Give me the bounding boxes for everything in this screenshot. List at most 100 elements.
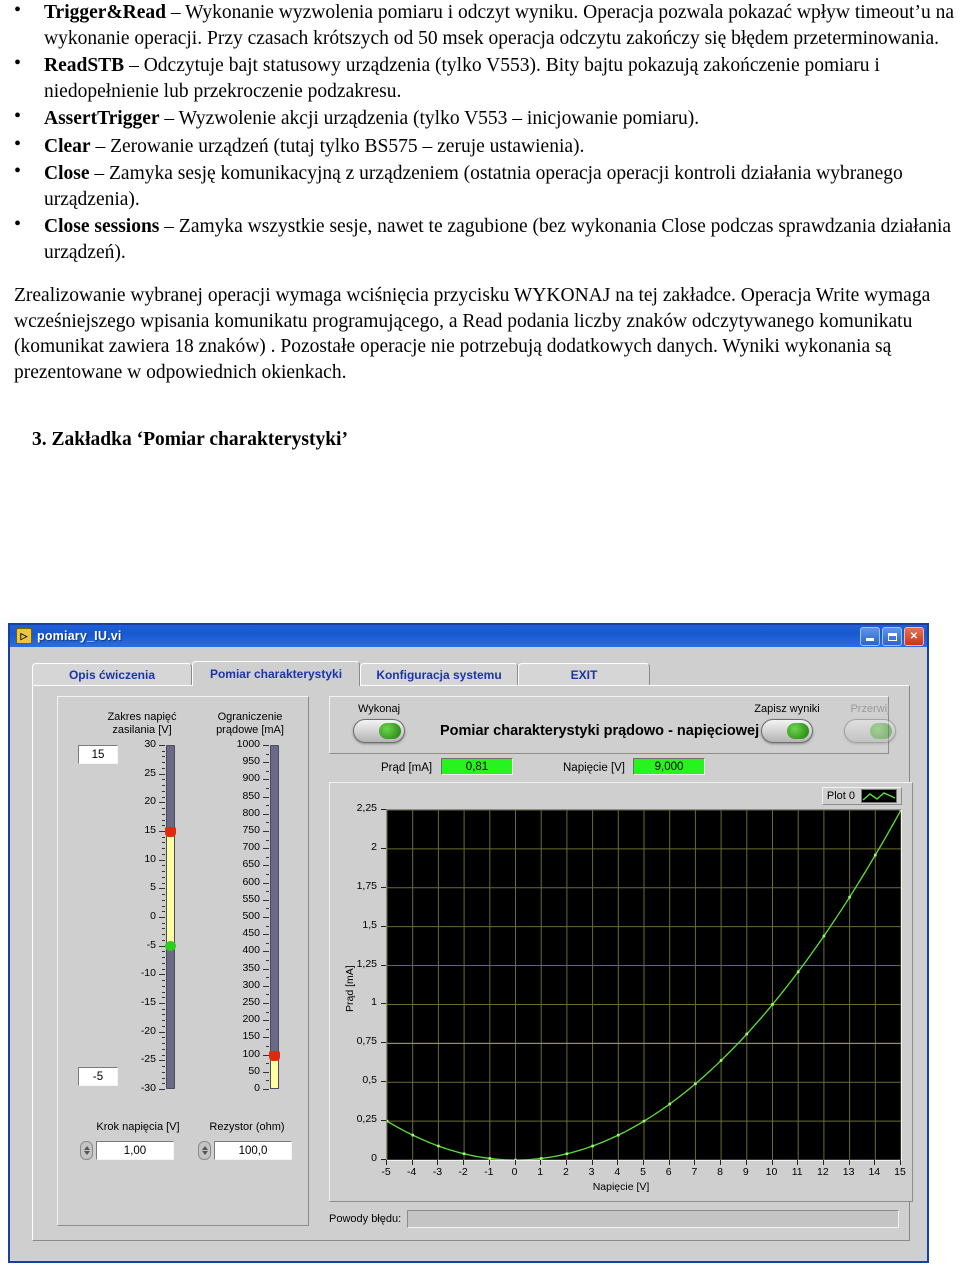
x-axis-tick — [437, 1160, 439, 1165]
voltage-range-lower-thumb[interactable] — [165, 940, 176, 951]
scale-label: 900 — [242, 772, 260, 785]
y-axis-tick-label: 0 — [371, 1152, 377, 1164]
y-axis-tick — [381, 1120, 386, 1122]
scale-label: 0 — [150, 910, 156, 922]
save-results-button[interactable] — [761, 719, 813, 743]
tab-konfiguracja-systemu[interactable]: Konfiguracja systemu — [360, 663, 518, 685]
plot-legend[interactable]: Plot 0 — [821, 787, 902, 805]
scale-minor-tick — [162, 853, 165, 855]
scale-minor-tick — [162, 767, 165, 769]
y-axis-tick-label: 1,5 — [362, 918, 377, 931]
y-axis-tick — [381, 809, 386, 810]
y-axis-tick-label: 0,75 — [356, 1035, 377, 1048]
scale-minor-tick — [266, 753, 269, 755]
x-axis-tick — [411, 1160, 413, 1165]
scale-major-tick — [263, 831, 269, 832]
run-button[interactable] — [353, 719, 405, 743]
scale-major-tick — [159, 802, 165, 804]
voltage-range-min-value[interactable]: -5 — [78, 1067, 118, 1086]
y-axis-tick — [381, 847, 386, 849]
scale-minor-tick — [162, 997, 165, 999]
current-limit-label: Ograniczenie prądowe [mA] — [194, 711, 306, 737]
scale-label: 30 — [144, 738, 156, 750]
current-limit-thumb[interactable] — [269, 1050, 280, 1061]
current-limit-label-line2: prądowe [mA] — [216, 724, 284, 736]
voltage-range-label: Zakres napięć zasilania [V] — [82, 711, 202, 737]
y-axis-title: Prąd [mA] — [344, 965, 356, 1012]
scale-major-tick — [263, 1071, 269, 1073]
scale-minor-tick — [162, 1077, 165, 1079]
scale-minor-tick — [162, 962, 165, 964]
plot-legend-swatch[interactable] — [861, 789, 897, 803]
scale-minor-tick — [162, 1054, 165, 1056]
bullet-term: Trigger&Read — [44, 2, 167, 23]
iv-characteristic-graph: Plot 0 0 0,25 0,5 0,75 1 1,25 1,5 1,75 2 2,25 Prą… — [329, 782, 913, 1202]
window-titlebar: ▷ pomiary_IU.vi ✕ — [10, 625, 927, 647]
panel-title: Pomiar charakterystyki prądowo - napięci… — [440, 723, 760, 739]
scale-major-tick — [159, 745, 165, 746]
scale-minor-tick — [162, 1043, 165, 1045]
scale-major-tick — [263, 899, 269, 901]
scale-minor-tick — [162, 1083, 165, 1085]
measurement-settings-cluster: Zakres napięć zasilania [V] 15 -5 30 25 20… — [57, 696, 309, 1226]
plot-area[interactable] — [385, 808, 903, 1162]
scale-label: 800 — [242, 806, 260, 819]
tab-opis-cwiczenia[interactable]: Opis ćwiczenia — [32, 663, 192, 685]
x-axis-tick-label: 5 — [640, 1166, 646, 1178]
scale-major-tick — [263, 1020, 269, 1022]
scale-label: 550 — [242, 892, 260, 905]
scale-minor-tick — [266, 977, 269, 979]
scale-minor-tick — [266, 994, 269, 996]
scale-minor-tick — [162, 819, 165, 821]
voltage-range-fill — [166, 831, 175, 946]
x-axis-tick — [771, 1160, 773, 1165]
tab-exit[interactable]: EXIT — [518, 663, 650, 685]
list-item: AssertTrigger – Wyzwolenie akcji urządze… — [0, 104, 960, 132]
voltage-range-max-value[interactable]: 15 — [78, 745, 118, 764]
bullet-text: – Wykonanie wyzwolenia pomiaru i odczyt … — [44, 2, 954, 49]
voltage-range-upper-thumb[interactable] — [165, 827, 176, 837]
scale-minor-tick — [266, 960, 269, 961]
x-axis-tick-label: 8 — [717, 1166, 724, 1178]
scale-minor-tick — [162, 1071, 165, 1073]
current-limit-slider[interactable]: 1000 950 900 850 800 750 700 650 600 550 500 450 400… — [210, 738, 296, 1094]
voltage-range-slider[interactable]: 30 25 20 15 10 5 0 -5 -10 -15 -20 -25 -30 — [122, 738, 186, 1094]
x-axis-tick — [463, 1160, 465, 1165]
bullet-term: AssertTrigger — [44, 108, 160, 129]
abort-led — [870, 723, 892, 739]
scale-minor-tick — [162, 939, 165, 941]
scale-minor-tick — [162, 905, 165, 907]
scale-minor-tick — [162, 796, 165, 798]
tab-bar: Opis ćwiczenia Pomiar charakterystyki Ko… — [32, 661, 910, 686]
voltage-step-input[interactable]: 1,00 — [96, 1141, 174, 1160]
scale-minor-tick — [266, 839, 269, 841]
tab-pomiar-charakterystyki[interactable]: Pomiar charakterystyki — [192, 661, 360, 686]
voltage-indicator-label: Napięcie [V] — [563, 762, 626, 774]
document-text-block: Trigger&Read – Wykonanie wyzwolenia pomi… — [0, 0, 960, 452]
scale-minor-tick — [162, 871, 165, 873]
abort-button[interactable] — [844, 719, 896, 743]
scale-minor-tick — [266, 1028, 269, 1030]
bullet-term: Close — [44, 163, 90, 184]
scale-minor-tick — [162, 985, 165, 987]
scale-minor-tick — [162, 980, 165, 982]
current-limit-track[interactable] — [270, 745, 279, 1089]
bullet-text: – Zerowanie urządzeń (tutaj tylko BS575 … — [90, 135, 585, 157]
resistor-input[interactable]: 100,0 — [214, 1141, 292, 1160]
scale-label: 200 — [242, 1013, 260, 1026]
voltage-step-stepper[interactable] — [80, 1141, 93, 1160]
scale-label: 250 — [242, 996, 260, 1008]
y-axis-tick-label: 0,5 — [362, 1074, 377, 1087]
x-axis-tick-label: 13 — [842, 1166, 855, 1178]
minimize-icon[interactable] — [860, 627, 880, 646]
window-title: pomiary_IU.vi — [37, 629, 122, 643]
close-icon[interactable]: ✕ — [904, 627, 924, 646]
resistor-stepper[interactable] — [198, 1141, 211, 1160]
scale-label: 300 — [242, 978, 260, 991]
scale-label: -10 — [140, 967, 156, 980]
x-axis-tick-label: -2 — [458, 1166, 468, 1178]
scale-label: 600 — [242, 875, 260, 888]
maximize-icon[interactable] — [882, 627, 902, 646]
scale-label: 0 — [254, 1082, 260, 1094]
scale-minor-tick — [162, 911, 165, 913]
